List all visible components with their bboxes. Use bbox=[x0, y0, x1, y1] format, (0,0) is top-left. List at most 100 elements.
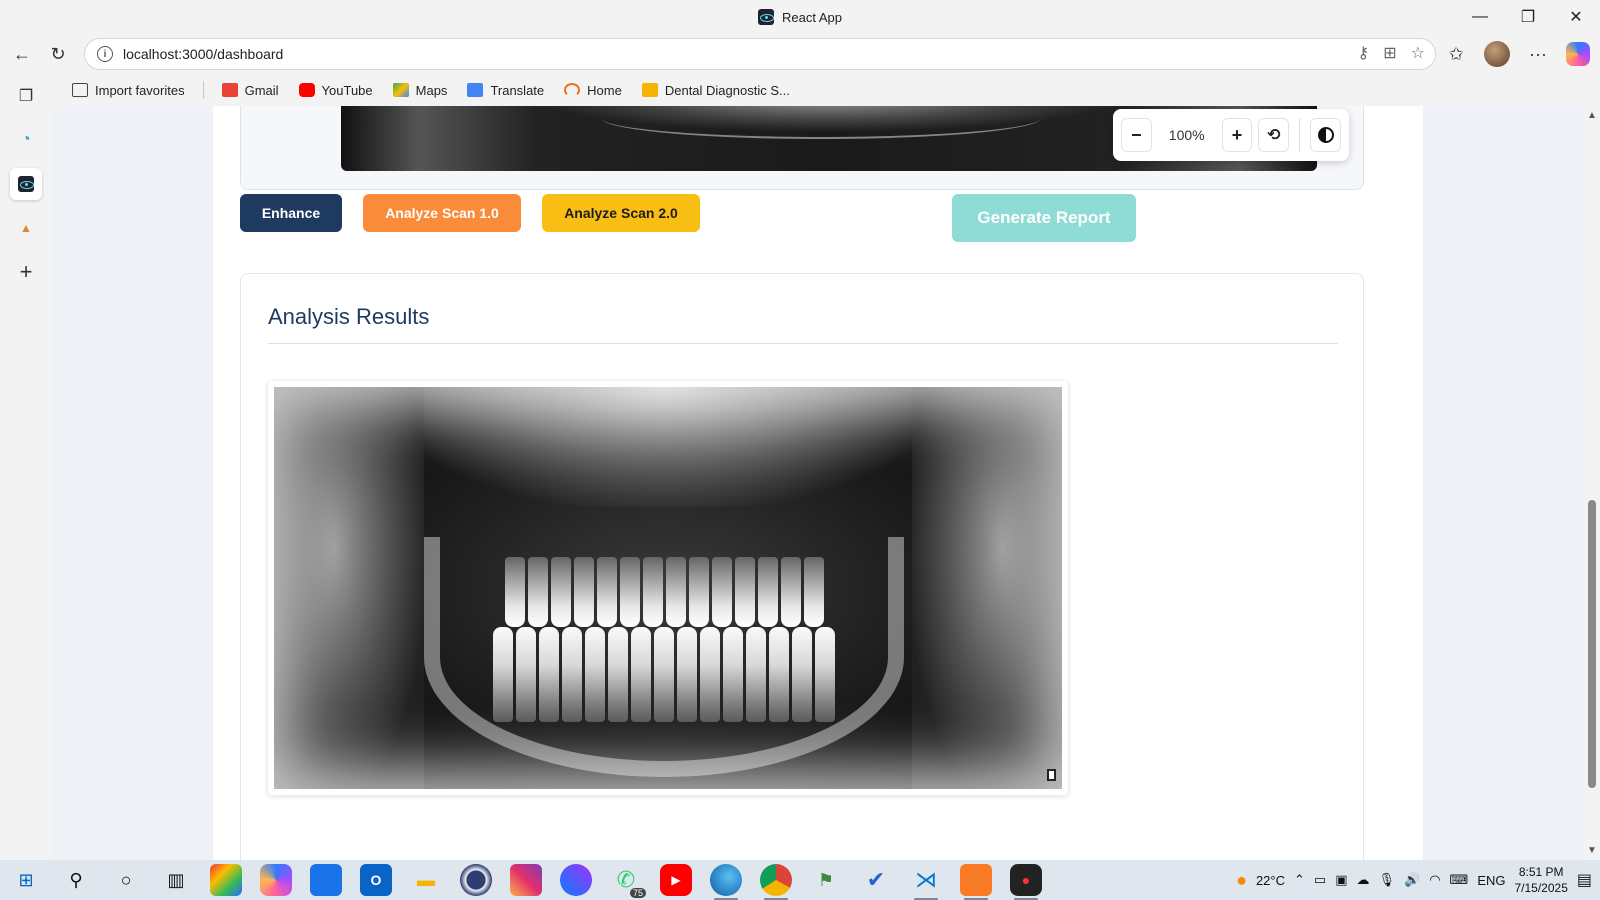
scrollbar-thumb[interactable] bbox=[1588, 500, 1596, 788]
clock-time: 8:51 PM bbox=[1518, 865, 1564, 879]
home-icon bbox=[564, 83, 581, 97]
favorite-label: Import favorites bbox=[95, 82, 185, 98]
close-button[interactable]: ✕ bbox=[1552, 0, 1600, 34]
favorite-star-icon[interactable]: ☆ bbox=[1411, 43, 1425, 63]
weather-temp[interactable]: 22°C bbox=[1256, 873, 1285, 888]
battery-icon[interactable]: ▭ bbox=[1314, 872, 1326, 888]
messenger-icon[interactable] bbox=[560, 864, 592, 896]
eclipse-icon[interactable] bbox=[460, 864, 492, 896]
browser-toolbar-right: ✩ ··· bbox=[1438, 36, 1590, 72]
xray-marker-icon bbox=[1047, 769, 1056, 781]
task-view-icon[interactable]: ▥ bbox=[160, 864, 192, 896]
contrast-icon bbox=[1317, 127, 1334, 143]
reset-zoom-button[interactable]: ⟲ bbox=[1258, 118, 1290, 152]
favorites-icon[interactable]: ✩ bbox=[1438, 36, 1474, 72]
result-image-frame bbox=[268, 381, 1068, 795]
generate-report-button[interactable]: Generate Report bbox=[952, 194, 1136, 242]
system-tray: ● 22°C ⌃ ▭ ▣ ☁ 🎙 🔊 ◠ ⌨ ENG 8:51 PM 7/15/… bbox=[1236, 860, 1592, 900]
start-windows-icon[interactable]: ⊞ bbox=[10, 864, 42, 896]
store-app-icon[interactable] bbox=[210, 864, 242, 896]
show-hidden-icons-chevron-icon[interactable]: ⌃ bbox=[1294, 872, 1305, 888]
chrome-icon[interactable] bbox=[760, 864, 792, 900]
minimize-button[interactable]: — bbox=[1456, 0, 1504, 34]
onedrive-icon[interactable]: ☁ bbox=[1357, 872, 1370, 888]
favorite-gmail[interactable]: Gmail bbox=[214, 77, 287, 103]
keyboard-icon[interactable]: ⌨ bbox=[1450, 872, 1469, 888]
url-text[interactable]: localhost:3000/dashboard bbox=[123, 46, 283, 62]
zoom-divider bbox=[1299, 118, 1301, 152]
edge-tab-icon[interactable]: ◔ bbox=[10, 124, 42, 156]
microphone-icon[interactable]: 🎙 bbox=[1379, 872, 1396, 888]
outlook-icon[interactable]: O bbox=[360, 864, 392, 896]
results-title: Analysis Results bbox=[268, 304, 430, 329]
reload-button[interactable]: ↻ bbox=[40, 36, 76, 72]
language-indicator[interactable]: ENG bbox=[1477, 873, 1505, 888]
game-app-icon[interactable]: ⚑ bbox=[810, 864, 842, 896]
file-explorer-icon[interactable]: ▬ bbox=[410, 864, 442, 896]
favorite-import[interactable]: Import favorites bbox=[64, 77, 193, 103]
vscode-icon[interactable]: ⋊ bbox=[910, 864, 942, 900]
enhance-button[interactable]: Enhance bbox=[240, 194, 342, 232]
new-tab-plus-icon[interactable]: + bbox=[10, 256, 42, 288]
import-icon bbox=[72, 83, 88, 97]
app-available-icon[interactable]: ⊞ bbox=[1383, 43, 1396, 63]
favorite-home[interactable]: Home bbox=[556, 77, 630, 103]
edge-browser-icon[interactable] bbox=[710, 864, 742, 900]
analyze-scan-1-button[interactable]: Analyze Scan 1.0 bbox=[363, 194, 521, 232]
clock[interactable]: 8:51 PM 7/15/2025 bbox=[1514, 864, 1567, 896]
whatsapp-badge: 75 bbox=[629, 888, 646, 898]
youtube-app-icon[interactable]: ▶ bbox=[660, 864, 692, 896]
settings-more-button[interactable]: ··· bbox=[1520, 36, 1556, 72]
favorite-translate[interactable]: Translate bbox=[459, 77, 552, 103]
wifi-icon[interactable]: ◠ bbox=[1429, 872, 1440, 888]
tab-actions-icon[interactable]: ❐ bbox=[10, 80, 42, 112]
title-bar: React App — ❐ ✕ bbox=[0, 0, 1600, 34]
window-controls: — ❐ ✕ bbox=[1456, 0, 1600, 34]
browser-sidebar: ❐ ◔ ▲ + bbox=[0, 74, 52, 860]
maps-icon bbox=[392, 83, 409, 97]
maximize-button[interactable]: ❐ bbox=[1504, 0, 1552, 34]
profile-avatar[interactable] bbox=[1484, 41, 1510, 67]
search-icon[interactable]: ⚲ bbox=[60, 864, 92, 896]
instagram-icon[interactable] bbox=[510, 864, 542, 896]
youtube-icon bbox=[298, 83, 315, 97]
volume-icon[interactable]: 🔊 bbox=[1404, 872, 1420, 888]
analysis-results-card: Analysis Results bbox=[240, 273, 1364, 860]
whatsapp-icon[interactable]: ✆ 75 bbox=[610, 864, 646, 898]
favorite-label: Gmail bbox=[244, 82, 279, 98]
todo-check-icon[interactable]: ✔ bbox=[860, 864, 892, 896]
navigation-bar: ← ↻ i localhost:3000/dashboard ⚷ ⊞ ☆ ✩ ·… bbox=[0, 34, 1600, 74]
notifications-icon[interactable]: ▤ bbox=[1577, 870, 1592, 890]
favorite-dental-diagnostic[interactable]: Dental Diagnostic S... bbox=[634, 77, 798, 103]
zoom-level: 100% bbox=[1168, 127, 1205, 143]
zoom-in-button[interactable]: + bbox=[1221, 118, 1253, 152]
favorite-youtube[interactable]: YouTube bbox=[291, 77, 381, 103]
page-scrollbar[interactable]: ▲ ▼ bbox=[1584, 106, 1600, 860]
translate-icon bbox=[467, 83, 484, 97]
address-bar[interactable]: i localhost:3000/dashboard ⚷ ⊞ ☆ bbox=[84, 38, 1436, 70]
pma-tab-icon[interactable]: ▲ bbox=[10, 212, 42, 244]
contrast-toggle-button[interactable] bbox=[1310, 118, 1341, 152]
favorite-maps[interactable]: Maps bbox=[385, 77, 456, 103]
camera-icon[interactable]: ▣ bbox=[1335, 872, 1347, 888]
zoom-out-button[interactable]: − bbox=[1121, 118, 1152, 152]
site-info-icon[interactable]: i bbox=[97, 46, 113, 62]
password-key-icon[interactable]: ⚷ bbox=[1358, 43, 1370, 63]
copilot-app-icon[interactable] bbox=[260, 864, 292, 896]
react-app-tab-icon[interactable] bbox=[10, 168, 42, 200]
recorder-icon[interactable]: ● bbox=[1010, 864, 1042, 900]
windows-taskbar: ⊞ ⚲ ○ ▥ O ▬ ✆ 75 ▶ ⚑ ✔ ⋊ ● ● 22°C ⌃ ▭ ▣ ☁… bbox=[0, 860, 1600, 900]
back-button[interactable]: ← bbox=[4, 36, 40, 72]
weather-icon[interactable]: ● bbox=[1236, 870, 1247, 891]
scroll-up-arrow-icon[interactable]: ▲ bbox=[1587, 110, 1597, 121]
favorite-label: Dental Diagnostic S... bbox=[664, 82, 790, 98]
results-divider bbox=[268, 343, 1338, 344]
analyze-scan-2-button[interactable]: Analyze Scan 2.0 bbox=[542, 194, 700, 232]
cortana-circle-icon[interactable]: ○ bbox=[110, 864, 142, 896]
xampp-icon[interactable] bbox=[960, 864, 992, 900]
favorites-bar: Import favorites Gmail YouTube Maps Tran… bbox=[52, 74, 1600, 106]
copilot-icon[interactable] bbox=[1566, 42, 1590, 66]
scroll-down-arrow-icon[interactable]: ▼ bbox=[1587, 845, 1597, 856]
microsoft-store-icon[interactable] bbox=[310, 864, 342, 896]
react-logo-icon bbox=[758, 9, 774, 25]
